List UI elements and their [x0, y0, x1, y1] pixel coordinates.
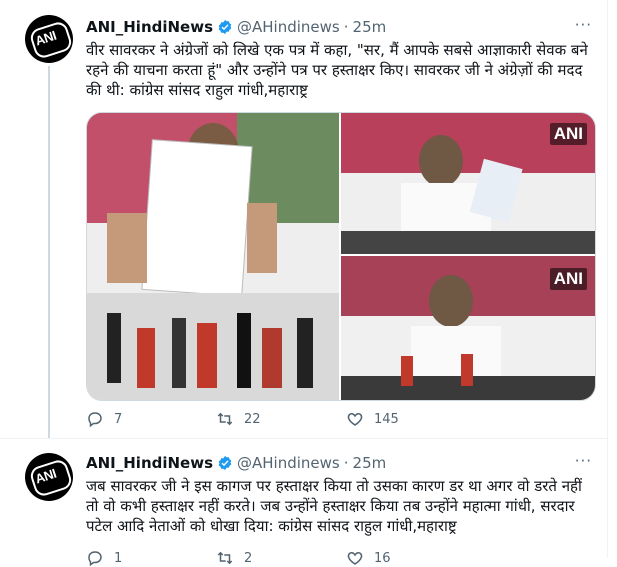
timestamp[interactable]: 25m [353, 454, 387, 472]
separator-dot: · [343, 454, 349, 472]
avatar[interactable]: ANI [25, 453, 73, 501]
reply-icon [88, 412, 102, 428]
ani-logo: ANI [28, 457, 73, 499]
tweet-actions: 7 22 145 [86, 410, 476, 428]
tweet-text: वीर सावरकर ने अंग्रेजों को लिखे एक पत्र … [86, 41, 588, 99]
tweet-header: ANI_HindiNews @AHindinews · 25m [86, 454, 386, 472]
like-count: 16 [374, 550, 391, 566]
tweet[interactable]: ANI ANI_HindiNews @AHindinews · 25m ··· … [0, 0, 608, 438]
column-border [607, 0, 608, 438]
avatar-logo-text: ANI [33, 27, 58, 49]
retweet-icon [217, 551, 233, 565]
avatar[interactable]: ANI [25, 15, 73, 63]
tweet-actions: 1 2 16 [86, 549, 476, 567]
like-button[interactable]: 16 [346, 549, 476, 567]
avatar-logo-text: ANI [33, 465, 58, 487]
tweet-text: जब सावरकर जी ने इस कागज पर हस्ताक्षर किय… [86, 477, 582, 535]
reply-count: 7 [114, 411, 123, 427]
separator-dot: · [343, 18, 349, 36]
retweet-icon [217, 412, 233, 426]
watermark: ANI [549, 268, 587, 290]
like-icon [347, 551, 363, 565]
reply-button[interactable]: 7 [86, 410, 216, 428]
reply-button[interactable]: 1 [86, 549, 216, 567]
reply-count: 1 [114, 550, 123, 566]
media-photo-1[interactable] [87, 113, 339, 400]
retweet-count: 22 [244, 411, 261, 427]
author-name[interactable]: ANI_HindiNews [86, 454, 213, 472]
retweet-button[interactable]: 22 [216, 410, 346, 428]
tweet-media[interactable]: ANI ANI [86, 112, 596, 401]
reply-icon [88, 551, 102, 567]
column-border [607, 439, 608, 558]
author-name[interactable]: ANI_HindiNews [86, 18, 213, 36]
author-handle[interactable]: @AHindinews [237, 454, 340, 472]
verified-badge-icon [218, 20, 232, 34]
thread-line [48, 66, 50, 438]
like-count: 145 [374, 411, 399, 427]
like-button[interactable]: 145 [346, 410, 476, 428]
verified-badge-icon [218, 456, 232, 470]
timestamp[interactable]: 25m [353, 18, 387, 36]
photo-illustration [87, 113, 339, 400]
retweet-button[interactable]: 2 [216, 549, 346, 567]
watermark: ANI [549, 123, 587, 145]
media-photo-3[interactable]: ANI [341, 256, 595, 400]
more-icon[interactable]: ··· [575, 452, 592, 470]
media-photo-2[interactable]: ANI [341, 113, 595, 254]
retweet-count: 2 [244, 550, 253, 566]
more-icon[interactable]: ··· [575, 16, 592, 34]
author-handle[interactable]: @AHindinews [237, 18, 340, 36]
ani-logo: ANI [28, 19, 73, 61]
tweet-header: ANI_HindiNews @AHindinews · 25m [86, 18, 386, 36]
tweet[interactable]: ANI ANI_HindiNews @AHindinews · 25m ··· … [0, 438, 608, 567]
like-icon [347, 412, 363, 426]
